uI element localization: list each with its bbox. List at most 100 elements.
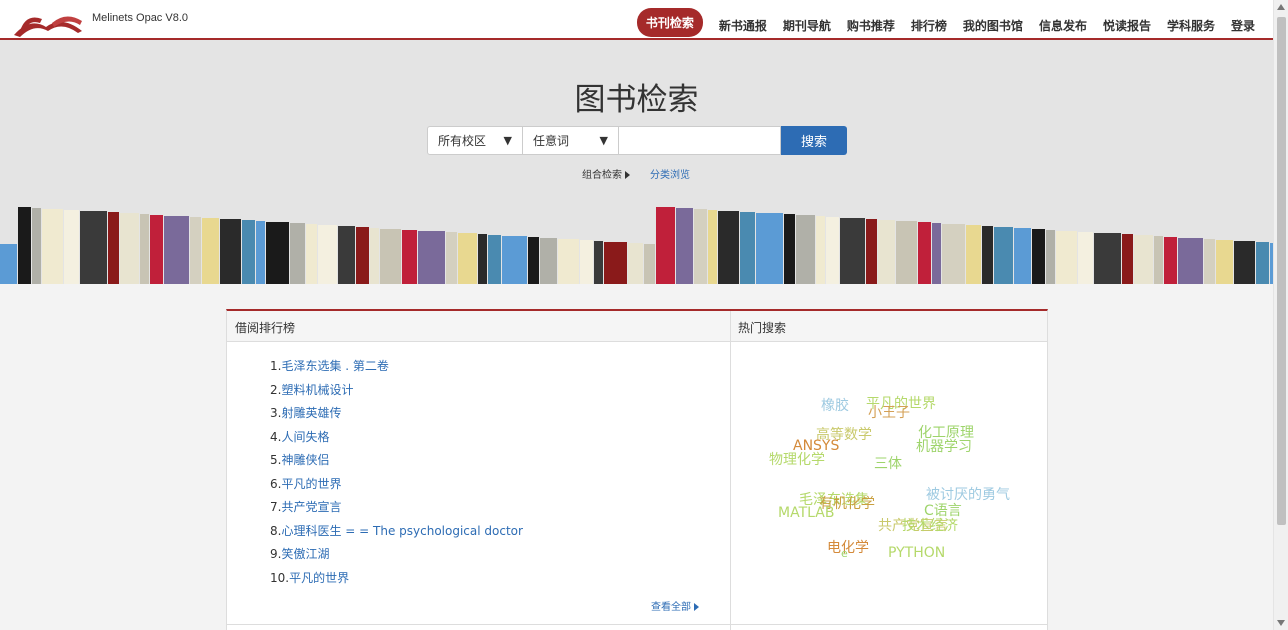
book-spine <box>1094 233 1121 284</box>
search-button[interactable]: 搜索 <box>781 126 847 155</box>
campus-select[interactable]: 所有校区 ▼ <box>427 126 523 155</box>
rank-number: 2. <box>270 382 282 397</box>
book-spine <box>418 231 445 284</box>
book-spine <box>644 244 655 284</box>
book-spine <box>676 208 693 284</box>
book-spine <box>580 240 593 284</box>
hot-tag[interactable]: 电化学 <box>827 537 869 557</box>
nav-subject-service[interactable]: 学科服务 <box>1167 17 1215 34</box>
book-spine <box>896 221 917 284</box>
nav-ranking[interactable]: 排行榜 <box>911 17 947 34</box>
nav-book-search[interactable]: 书刊检索 <box>636 8 703 37</box>
book-link[interactable]: 塑料机械设计 <box>281 383 353 397</box>
hot-tag[interactable]: 三体 <box>874 453 902 473</box>
book-spine <box>380 229 401 284</box>
book-spine <box>150 215 163 284</box>
ranking-list: 1.毛泽东选集 . 第二卷 2.塑料机械设计 3.射雕英雄传 4.人间失格 5.… <box>270 357 523 592</box>
nav-login[interactable]: 登录 <box>1231 17 1255 34</box>
list-item: 4.人间失格 <box>270 428 523 452</box>
scroll-down-arrow-icon[interactable] <box>1277 620 1285 626</box>
book-spine <box>306 224 317 284</box>
panel-footer-line <box>227 624 1047 625</box>
search-input[interactable] <box>619 126 781 155</box>
list-item: 8.心理科医生 = = The psychological doctor <box>270 522 523 546</box>
book-spine <box>994 227 1013 284</box>
book-spine <box>558 239 579 284</box>
advanced-search-link[interactable]: 组合检索 <box>582 166 630 181</box>
rank-number: 8. <box>270 523 282 538</box>
hot-search-cloud: 橡胶 平凡的世界 小王子 高等数学 化工原理 ANSYS 机器学习 物理化学 三… <box>732 344 1047 622</box>
book-spine <box>488 235 501 284</box>
book-link[interactable]: 平凡的世界 <box>281 477 341 491</box>
hot-tag[interactable]: 小王子 <box>868 402 910 422</box>
book-spine <box>242 220 255 284</box>
nav-reading-report[interactable]: 悦读报告 <box>1103 17 1151 34</box>
hot-tag[interactable]: 物理化学 <box>769 449 825 469</box>
book-spine <box>540 238 557 284</box>
book-link[interactable]: 共产党宣言 <box>281 500 341 514</box>
book-link[interactable]: 人间失格 <box>281 430 329 444</box>
search-hero: 图书检索 所有校区 ▼ 任意词 ▼ 搜索 组合检索 分类浏览 <box>0 40 1273 284</box>
book-spine <box>718 211 739 284</box>
book-spine <box>42 209 63 284</box>
book-spine <box>866 219 877 284</box>
list-item: 9.笑傲江湖 <box>270 545 523 569</box>
panel-divider <box>730 311 731 630</box>
page-scrollbar[interactable] <box>1273 0 1288 630</box>
hot-tag[interactable]: e <box>841 547 848 560</box>
hot-tag[interactable]: PYTHON <box>888 545 945 561</box>
nav-journals[interactable]: 期刊导航 <box>783 17 831 34</box>
list-item: 1.毛泽东选集 . 第二卷 <box>270 357 523 381</box>
rank-number: 4. <box>270 429 282 444</box>
book-spine <box>18 207 31 284</box>
info-panel: 借阅排行榜 热门搜索 1.毛泽东选集 . 第二卷 2.塑料机械设计 3.射雕英雄… <box>226 309 1048 630</box>
book-spine <box>108 212 119 284</box>
book-link[interactable]: 平凡的世界 <box>289 571 349 585</box>
book-spine <box>1204 239 1215 284</box>
scroll-up-arrow-icon[interactable] <box>1277 4 1285 10</box>
book-spine <box>318 225 337 284</box>
book-spine <box>594 241 603 284</box>
search-options: 组合检索 分类浏览 <box>582 166 690 181</box>
book-link[interactable]: 射雕英雄传 <box>281 406 341 420</box>
book-spine <box>878 220 895 284</box>
caret-down-icon: ▼ <box>503 134 512 147</box>
triangle-right-icon <box>694 603 699 611</box>
nav-news[interactable]: 信息发布 <box>1039 17 1087 34</box>
book-spine <box>942 224 965 284</box>
book-spine <box>80 211 107 284</box>
book-link[interactable]: 笑傲江湖 <box>281 547 329 561</box>
book-spine <box>120 213 139 284</box>
hot-tag[interactable]: 技术经济 <box>902 515 958 535</box>
book-spine <box>32 208 41 284</box>
book-spine <box>1078 232 1093 284</box>
view-all-label: 查看全部 <box>651 602 691 613</box>
book-link[interactable]: 神雕侠侣 <box>281 453 329 467</box>
rank-number: 6. <box>270 476 282 491</box>
book-link[interactable]: 心理科医生 = = The psychological doctor <box>281 524 522 538</box>
book-spine <box>1122 234 1133 284</box>
book-spine <box>708 210 717 284</box>
scroll-thumb[interactable] <box>1277 17 1286 525</box>
book-spine <box>64 210 79 284</box>
list-item: 7.共产党宣言 <box>270 498 523 522</box>
rank-number: 3. <box>270 406 282 420</box>
nav-recommend[interactable]: 购书推荐 <box>847 17 895 34</box>
library-logo[interactable] <box>12 9 84 39</box>
view-all-link[interactable]: 查看全部 <box>651 598 699 613</box>
book-spine <box>840 218 865 284</box>
field-select[interactable]: 任意词 ▼ <box>523 126 619 155</box>
hot-tag[interactable]: 机器学习 <box>916 436 972 456</box>
hot-tag[interactable]: MATLAB <box>778 505 834 521</box>
book-spine <box>478 234 487 284</box>
nav-new-books[interactable]: 新书通报 <box>719 17 767 34</box>
hot-tag[interactable]: 橡胶 <box>821 395 849 415</box>
book-spine <box>932 223 941 284</box>
book-spine <box>656 207 675 284</box>
book-link[interactable]: 毛泽东选集 . 第二卷 <box>281 359 388 373</box>
book-spine <box>982 226 993 284</box>
book-spine <box>190 217 201 284</box>
nav-my-library[interactable]: 我的图书馆 <box>963 17 1023 34</box>
category-browse-link[interactable]: 分类浏览 <box>650 166 690 181</box>
top-header: Melinets Opac V8.0 书刊检索 新书通报 期刊导航 购书推荐 排… <box>0 0 1273 40</box>
